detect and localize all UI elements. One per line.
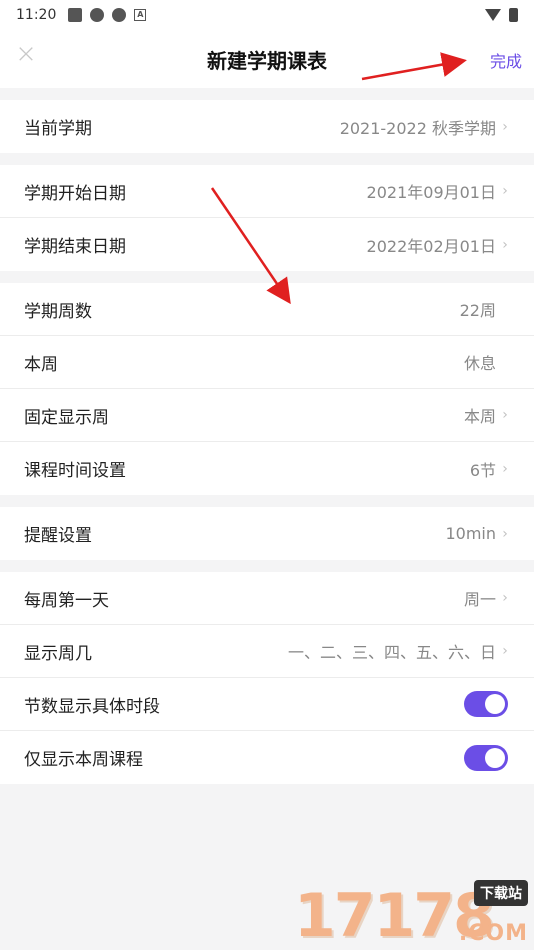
settings-group: 学期开始日期 2021年09月01日 › 学期结束日期 2022年02月01日 ›: [0, 165, 534, 271]
settings-row-label: 学期结束日期: [24, 237, 126, 257]
toggle-knob: [485, 747, 505, 768]
battery-icon: [509, 8, 518, 22]
chevron-right-icon: ›: [502, 407, 508, 423]
settings-row-value: 周一: [463, 590, 496, 609]
chevron-right-icon: ›: [502, 590, 508, 606]
settings-row-value: 2021年09月01日: [366, 183, 496, 202]
notification-aperture-icon-2: [112, 8, 127, 22]
settings-row[interactable]: 显示周几 一、二、三、四、五、六、日 ›: [0, 625, 534, 678]
settings-row[interactable]: 每周第一天 周一 ›: [0, 572, 534, 625]
settings-row-label: 课程时间设置: [24, 461, 126, 481]
notification-a-icon: A: [134, 9, 147, 21]
toggle-knob: [485, 694, 505, 714]
settings-row-value: 2021-2022 秋季学期: [339, 118, 496, 138]
settings-list: 当前学期 2021-2022 秋季学期 › 学期开始日期 2021年09月01日 › 学期结…: [0, 88, 534, 784]
settings-row[interactable]: 固定显示周 本周 ›: [0, 389, 534, 442]
settings-row[interactable]: 学期开始日期 2021年09月01日 ›: [0, 165, 534, 218]
settings-row-value: 2022年02月01日: [366, 236, 496, 256]
watermark-domain: .COM: [458, 921, 528, 946]
settings-row[interactable]: 本周休息›: [0, 336, 534, 389]
notification-aperture-icon: [90, 8, 105, 22]
page-title: 新建学期课表: [207, 48, 327, 73]
settings-row-label: 显示周几: [24, 643, 92, 664]
settings-row-label: 仅显示本周课程: [24, 750, 143, 770]
settings-row[interactable]: 学期周数22周›: [0, 283, 534, 336]
toggle-switch[interactable]: [464, 691, 508, 717]
chevron-right-icon: ›: [502, 236, 508, 253]
settings-row[interactable]: 学期结束日期 2022年02月01日 ›: [0, 218, 534, 271]
status-notification-icons: A: [68, 8, 147, 22]
settings-row-label: 当前学期: [24, 119, 92, 139]
chevron-right-icon: ›: [502, 460, 508, 477]
settings-group: 提醒设置 10min ›: [0, 507, 534, 560]
wifi-icon: [485, 9, 501, 21]
settings-row[interactable]: 课程时间设置 6节 ›: [0, 442, 534, 495]
chevron-right-icon: ›: [502, 525, 508, 542]
settings-row-value: 22周: [459, 301, 496, 320]
settings-row-label: 本周: [24, 354, 58, 375]
watermark-tag: 下载站: [474, 880, 528, 906]
group-gap: [0, 153, 534, 165]
close-icon[interactable]: ×: [14, 41, 38, 67]
settings-row-value: 本周: [463, 407, 496, 426]
group-gap: [0, 271, 534, 283]
group-gap: [0, 560, 534, 572]
settings-group: 每周第一天 周一 › 显示周几 一、二、三、四、五、六、日 › 节数显示具体时段 仅显示本周课…: [0, 572, 534, 784]
settings-row-value: 6节: [469, 460, 496, 480]
settings-row-label: 每周第一天: [24, 590, 109, 611]
settings-row[interactable]: 当前学期 2021-2022 秋季学期 ›: [0, 100, 534, 153]
settings-row-value: 一、二、三、四、五、六、日: [287, 643, 496, 662]
app-header: × 新建学期课表 完成: [0, 30, 534, 88]
chevron-right-icon: ›: [502, 643, 508, 659]
settings-row-label: 固定显示周: [24, 407, 109, 428]
settings-row-label: 节数显示具体时段: [24, 696, 160, 717]
notification-app-icon: [68, 8, 83, 22]
settings-row-value: 10min: [445, 524, 496, 543]
settings-row[interactable]: 提醒设置 10min ›: [0, 507, 534, 560]
status-bar: 11:20 A: [0, 0, 534, 30]
settings-row-label: 学期开始日期: [24, 183, 126, 204]
done-button[interactable]: 完成: [490, 48, 522, 72]
settings-row-value: 休息: [463, 354, 496, 373]
chevron-right-icon: ›: [502, 118, 508, 135]
settings-group: 学期周数22周›本周休息›固定显示周本周›课程时间设置6节›: [0, 283, 534, 495]
settings-row[interactable]: 节数显示具体时段: [0, 678, 534, 731]
toggle-switch[interactable]: [464, 744, 508, 771]
settings-row-label: 提醒设置: [24, 526, 92, 546]
group-gap: [0, 495, 534, 507]
chevron-right-icon: ›: [502, 183, 508, 199]
settings-row-label: 学期周数: [24, 301, 92, 322]
group-gap: [0, 88, 534, 100]
status-time: 11:20: [16, 7, 57, 23]
settings-row[interactable]: 仅显示本周课程: [0, 731, 534, 784]
settings-group: 当前学期 2021-2022 秋季学期 ›: [0, 100, 534, 153]
watermark-logo: 17178 下载站 .COM: [294, 880, 534, 950]
